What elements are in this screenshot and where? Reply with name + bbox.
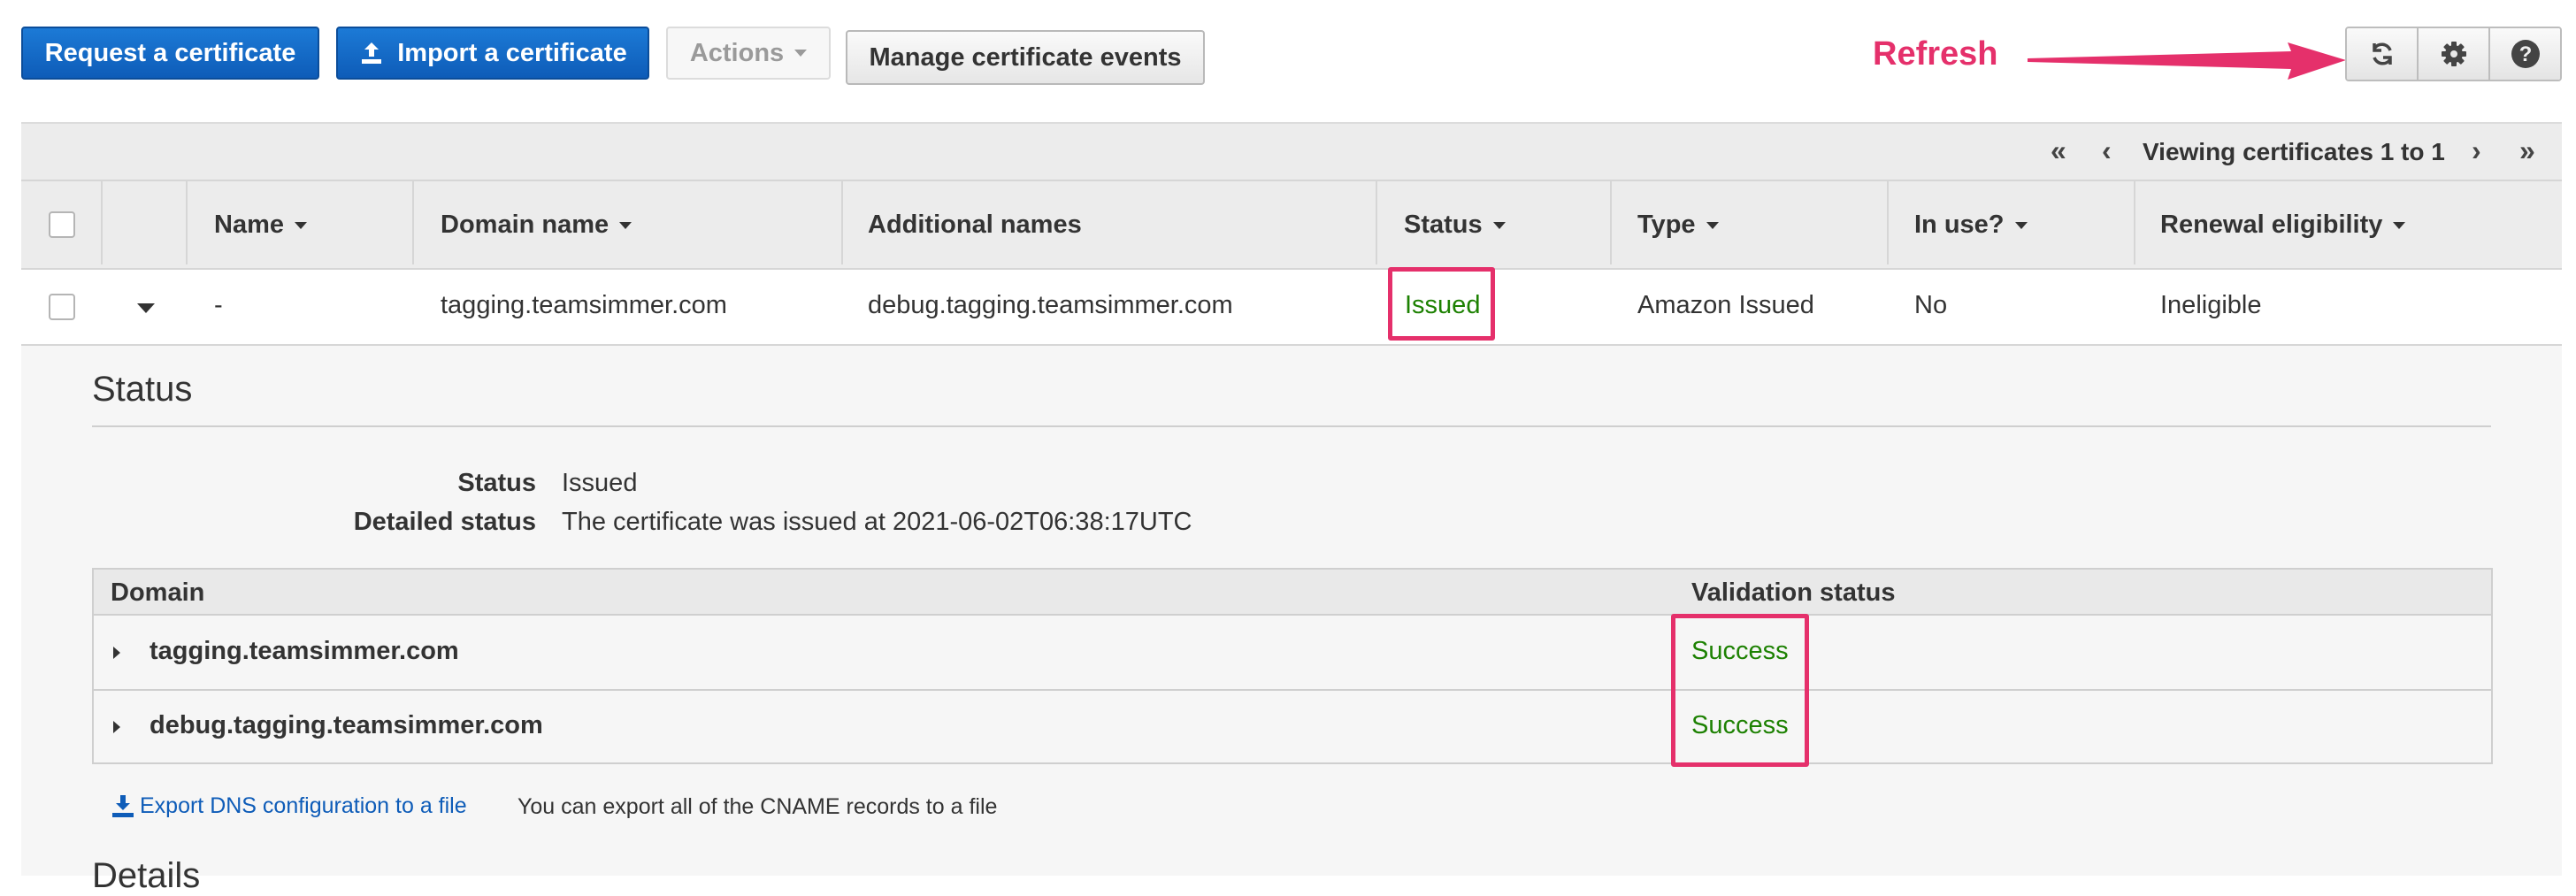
column-header-in-use[interactable]: In use? bbox=[1914, 211, 2028, 240]
expand-row-icon[interactable] bbox=[137, 303, 155, 313]
validation-domain: tagging.teamsimmer.com bbox=[150, 637, 459, 665]
import-certificate-label: Import a certificate bbox=[397, 38, 627, 67]
column-divider bbox=[2134, 181, 2135, 264]
import-certificate-button[interactable]: Import a certificate bbox=[336, 27, 649, 80]
column-header-type[interactable]: Type bbox=[1637, 211, 1719, 240]
cell-type: Amazon Issued bbox=[1637, 291, 1814, 319]
column-header-label: Type bbox=[1637, 211, 1696, 239]
first-page-icon[interactable]: « bbox=[2051, 134, 2066, 167]
column-divider bbox=[412, 181, 414, 264]
column-header-label: Domain name bbox=[441, 211, 610, 239]
export-dns-label: Export DNS configuration to a file bbox=[140, 793, 467, 818]
grid-tools: ? bbox=[2345, 27, 2562, 81]
section-title-details: Details bbox=[92, 856, 201, 895]
column-header-label: Name bbox=[214, 211, 284, 239]
column-header-domain-name[interactable]: Domain name bbox=[441, 211, 632, 240]
column-divider bbox=[1887, 181, 1889, 264]
sort-caret-icon bbox=[619, 221, 632, 229]
column-header-label: Status bbox=[1404, 211, 1483, 239]
gear-icon bbox=[2440, 40, 2468, 68]
column-header-label: In use? bbox=[1914, 211, 2005, 239]
column-divider bbox=[841, 181, 843, 264]
column-divider bbox=[1376, 181, 1377, 264]
manage-certificate-events-label: Manage certificate events bbox=[869, 42, 1182, 72]
cell-domain-name: tagging.teamsimmer.com bbox=[441, 291, 727, 319]
column-header-label: Renewal eligibility bbox=[2160, 211, 2383, 239]
expand-domain-icon[interactable] bbox=[113, 721, 120, 733]
column-header-additional-names: Additional names bbox=[868, 211, 1082, 240]
sort-caret-icon bbox=[295, 221, 307, 229]
request-certificate-button[interactable]: Request a certificate bbox=[21, 27, 319, 80]
sort-caret-icon bbox=[1492, 221, 1506, 229]
pager-status: Viewing certificates 1 to 1 bbox=[2143, 138, 2445, 165]
download-icon bbox=[110, 793, 136, 819]
section-title-status: Status bbox=[92, 370, 193, 409]
status-value: Issued bbox=[562, 469, 638, 497]
column-divider bbox=[101, 181, 103, 264]
refresh-icon bbox=[2368, 40, 2396, 68]
cell-in-use: No bbox=[1914, 291, 1948, 319]
settings-button[interactable] bbox=[2417, 28, 2488, 80]
detailed-status-value: The certificate was issued at 2021-06-02… bbox=[562, 508, 1192, 536]
manage-certificate-events-button[interactable]: Manage certificate events bbox=[846, 30, 1205, 85]
annotation-arrow bbox=[2028, 42, 2346, 80]
select-all-checkbox[interactable] bbox=[49, 211, 75, 238]
validation-domain: debug.tagging.teamsimmer.com bbox=[150, 711, 543, 739]
next-page-icon[interactable]: › bbox=[2472, 134, 2481, 167]
sort-caret-icon bbox=[2014, 221, 2028, 229]
request-certificate-label: Request a certificate bbox=[44, 38, 296, 67]
cell-additional-names: debug.tagging.teamsimmer.com bbox=[868, 291, 1233, 319]
expand-domain-icon[interactable] bbox=[113, 647, 120, 659]
cell-name: - bbox=[214, 291, 223, 319]
column-header-name[interactable]: Name bbox=[214, 211, 307, 240]
sort-caret-icon bbox=[2393, 221, 2406, 229]
column-header-status[interactable]: Status bbox=[1404, 211, 1506, 240]
chevron-down-icon bbox=[794, 50, 808, 57]
actions-label: Actions bbox=[689, 38, 785, 67]
annotation-label: Refresh bbox=[1873, 35, 1998, 73]
last-page-icon[interactable]: » bbox=[2519, 134, 2535, 167]
column-header-validation-status: Validation status bbox=[1691, 578, 1896, 607]
cell-renewal-eligibility: Ineligible bbox=[2160, 291, 2262, 319]
actions-dropdown[interactable]: Actions bbox=[666, 27, 831, 80]
row-divider bbox=[94, 689, 2491, 691]
column-divider bbox=[1610, 181, 1612, 264]
previous-page-icon[interactable]: ‹ bbox=[2102, 134, 2112, 167]
help-button[interactable]: ? bbox=[2488, 28, 2560, 80]
export-dns-link[interactable]: Export DNS configuration to a file bbox=[110, 793, 467, 819]
column-header-label: Additional names bbox=[868, 211, 1082, 239]
detailed-status-label: Detailed status bbox=[353, 508, 536, 536]
section-divider bbox=[92, 425, 2491, 427]
column-header-domain: Domain bbox=[111, 578, 205, 607]
help-icon: ? bbox=[2511, 39, 2541, 69]
sort-caret-icon bbox=[1706, 221, 1719, 229]
refresh-button[interactable] bbox=[2347, 28, 2417, 80]
status-label: Status bbox=[457, 469, 536, 497]
svg-text:?: ? bbox=[2518, 42, 2532, 66]
validation-table-header bbox=[94, 570, 2491, 616]
upload-icon bbox=[358, 40, 385, 66]
row-checkbox[interactable] bbox=[49, 294, 75, 320]
status-highlight-box bbox=[1388, 267, 1495, 341]
export-note: You can export all of the CNAME records … bbox=[518, 794, 998, 819]
column-divider bbox=[186, 181, 188, 264]
validation-highlight-box bbox=[1671, 614, 1809, 767]
column-header-renewal-eligibility[interactable]: Renewal eligibility bbox=[2160, 211, 2406, 240]
